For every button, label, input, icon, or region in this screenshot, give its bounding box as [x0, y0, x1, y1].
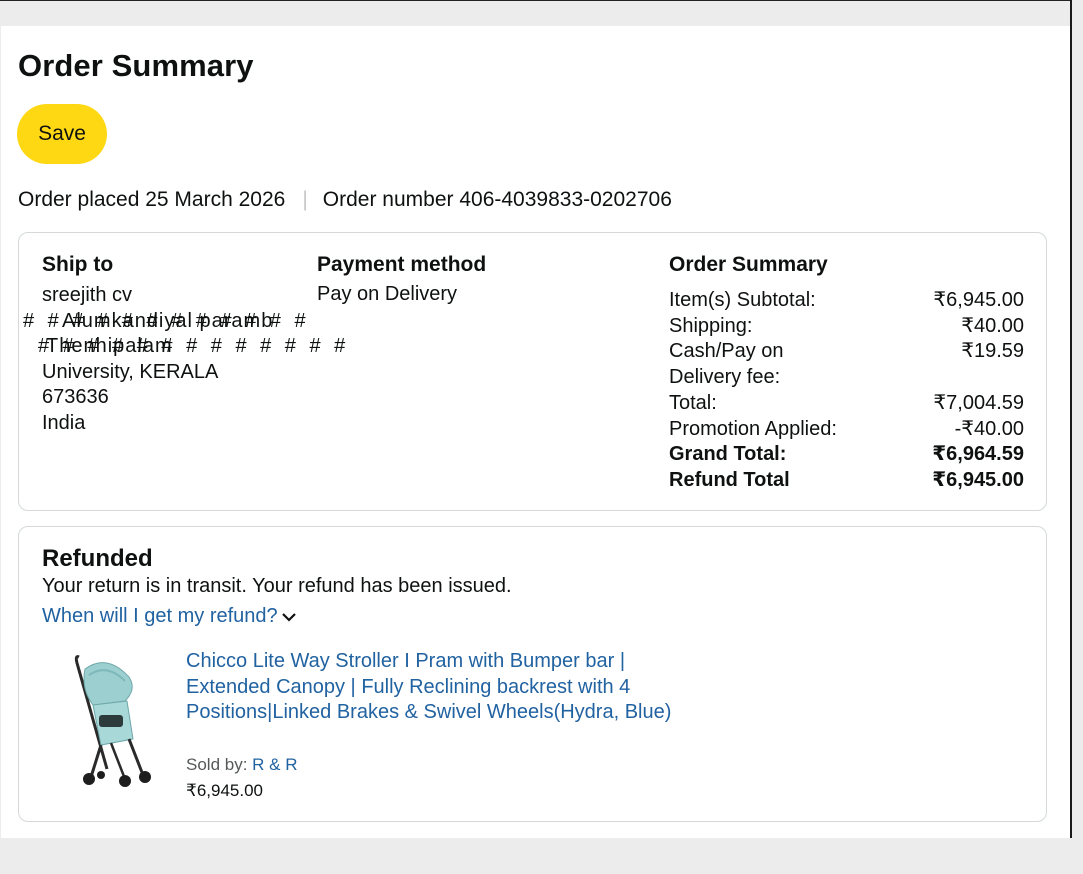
redaction-mask: # # # # # # # # # # # # [23, 309, 310, 332]
summary-row-cod-fee: Cash/Pay on Delivery fee: ₹19.59 [669, 340, 1024, 389]
order-number: Order number 406-4039833-0202706 [322, 188, 672, 211]
order-details-card: Ship to sreejith cv Alumkandiyal paramb … [18, 232, 1047, 511]
payment-method-heading: Payment method [317, 253, 487, 276]
refund-status-heading: Refunded [42, 545, 153, 572]
order-meta: Order placed 25 March 2026 | Order number … [18, 188, 672, 212]
refund-card: Refunded Your return is in transit. Your… [18, 526, 1047, 822]
seller-link[interactable]: R & R [252, 755, 297, 774]
order-placed-date: Order placed 25 March 2026 [18, 188, 286, 211]
page-title: Order Summary [18, 48, 254, 83]
ship-to-heading: Ship to [42, 253, 114, 276]
shipping-address: sreejith cv Alumkandiyal paramb # # # # … [23, 283, 345, 436]
sold-by: Sold by: R & R [186, 755, 298, 775]
order-page: Order Summary Save Order placed 25 March… [1, 26, 1070, 838]
summary-row-total: Total: ₹7,004.59 [669, 391, 1024, 414]
refund-status-message: Your return is in transit. Your refund h… [42, 575, 512, 597]
product-price: ₹6,945.00 [186, 781, 263, 800]
address-line-1: Alumkandiyal paramb # # # # # # # # # # … [23, 309, 306, 335]
order-summary-list: Item(s) Subtotal: ₹6,945.00 Shipping: ₹4… [669, 288, 1024, 494]
redaction-mask: # # # # # # # # # # # # # [38, 335, 350, 357]
chevron-down-icon [281, 612, 296, 622]
refund-link-label: When will I get my refund? [42, 605, 278, 627]
summary-row-subtotal: Item(s) Subtotal: ₹6,945.00 [669, 289, 1024, 311]
order-summary-heading: Order Summary [669, 253, 828, 276]
summary-row-promotion: Promotion Applied: -₹40.00 [669, 417, 1024, 440]
address-line-2: Thenhipalam # # # # # # # # # # # # # [38, 334, 345, 360]
page-bottom-area [0, 838, 1083, 874]
window-right-edge [1070, 0, 1083, 838]
address-postcode: 673636 [42, 386, 109, 408]
sold-by-label: Sold by: [186, 755, 248, 774]
meta-separator: | [302, 188, 308, 211]
product-title-link[interactable]: Chicco Lite Way Stroller I Pram with Bum… [186, 649, 706, 726]
recipient-name: sreejith cv [42, 284, 133, 306]
stroller-image[interactable] [67, 649, 157, 789]
window-top-bar [0, 0, 1083, 26]
address-city-state: University, KERALA [42, 360, 219, 383]
save-button[interactable]: Save [17, 104, 107, 164]
payment-method-value: Pay on Delivery [317, 283, 458, 305]
address-country: India [42, 411, 86, 434]
refund-timeline-link[interactable]: When will I get my refund? [42, 605, 297, 628]
summary-row-refund-total: Refund Total ₹6,945.00 [669, 468, 1024, 491]
summary-row-shipping: Shipping: ₹40.00 [669, 314, 1024, 337]
summary-row-grand-total: Grand Total: ₹6,964.59 [669, 443, 1024, 466]
